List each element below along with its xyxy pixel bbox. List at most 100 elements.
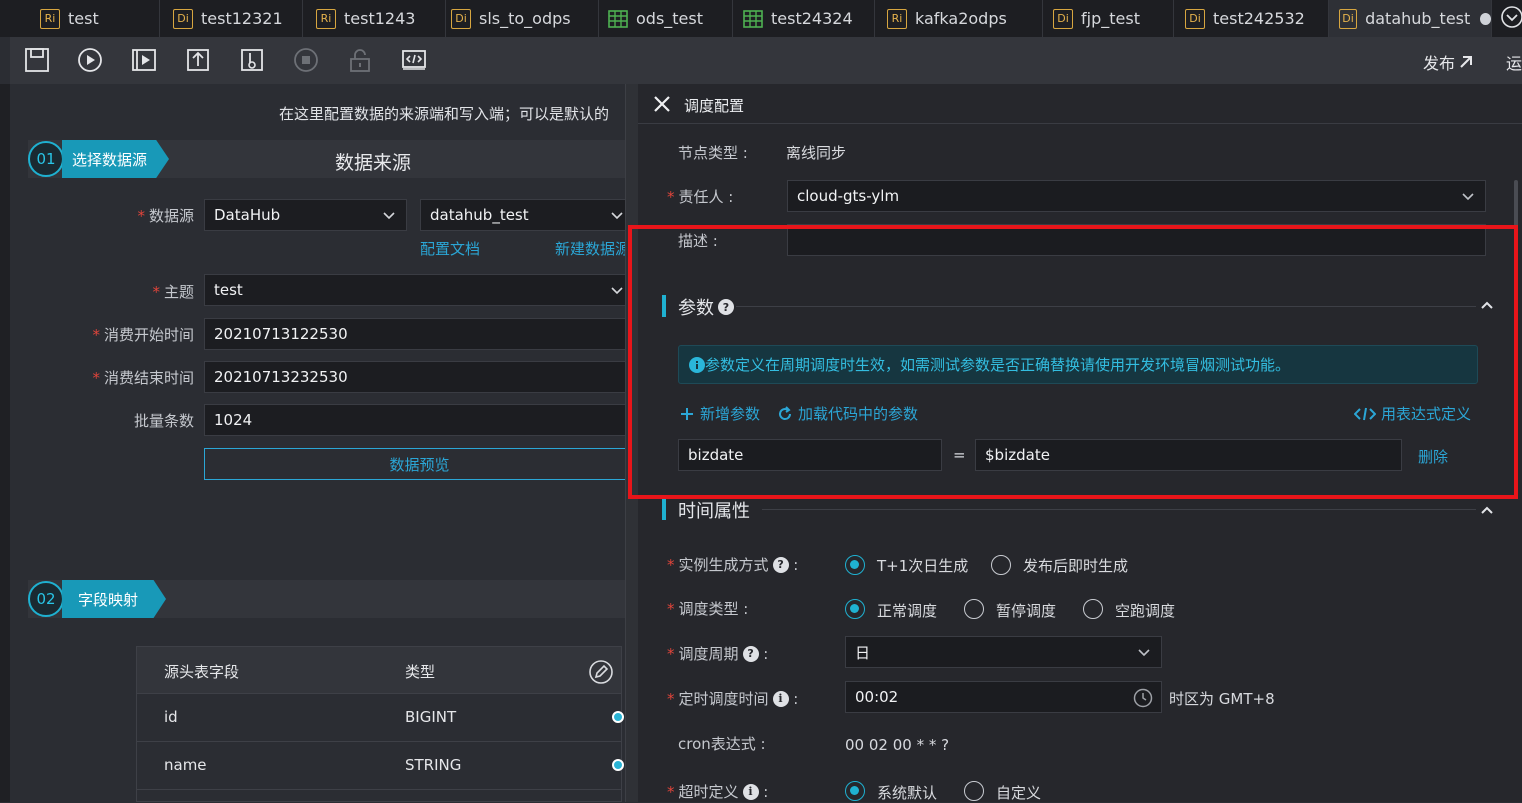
info-icon[interactable]: i: [742, 783, 759, 800]
table-row: id BIGINT: [136, 694, 624, 742]
help-icon[interactable]: ?: [772, 556, 789, 573]
save-button[interactable]: [24, 47, 50, 73]
batch-size-label: 批量条数: [133, 412, 194, 430]
cron-value: 00 02 00 * * ?: [845, 736, 950, 754]
owner-label: * 责任人 :: [667, 188, 734, 206]
submit-icon: [187, 49, 209, 71]
cron-label: cron表达式 :: [678, 735, 766, 753]
new-datasource-link[interactable]: 新建数据源: [555, 238, 625, 259]
start-time-label: * 消费开始时间: [92, 326, 194, 344]
schedule-normal-label: 正常调度: [877, 602, 938, 620]
end-time-label: * 消费结束时间: [92, 369, 194, 387]
node-type-value: 离线同步: [786, 144, 847, 162]
schedule-pause-radio[interactable]: [964, 599, 984, 619]
schedule-normal-radio[interactable]: [845, 599, 865, 619]
tab-datahub-test[interactable]: Di datahub_test: [1329, 0, 1492, 37]
start-time-input[interactable]: 20210713122530: [204, 318, 635, 350]
di-node-icon: Di: [173, 8, 193, 29]
run-params-icon: [132, 49, 156, 71]
tab-ods-test[interactable]: ods_test: [598, 0, 733, 37]
timeout-custom-label: 自定义: [996, 784, 1042, 802]
lock-button[interactable]: [347, 47, 373, 73]
instance-t1-label: T+1次日生成: [877, 557, 969, 575]
chevron-down-icon: [611, 212, 623, 220]
instance-immediate-radio[interactable]: [991, 555, 1011, 575]
owner-select[interactable]: cloud-gts-ylm: [787, 180, 1486, 212]
table-icon: [608, 9, 628, 28]
schedule-pause-label: 暂停调度: [996, 602, 1057, 620]
edit-icon[interactable]: [589, 660, 613, 684]
datasource-type-select[interactable]: DataHub: [204, 199, 407, 231]
intro-text: 在这里配置数据的来源端和写入端；可以是默认的: [279, 105, 610, 123]
mapping-anchor-icon[interactable]: [612, 711, 624, 723]
stop-icon: [294, 48, 318, 72]
tab-label: fjp_test: [1081, 9, 1140, 28]
highlight-annotation-box: [628, 225, 1518, 499]
tab-label: test242532: [1213, 9, 1305, 28]
schedule-dryrun-radio[interactable]: [1083, 599, 1103, 619]
ops-button[interactable]: 运: [1506, 50, 1522, 74]
close-icon[interactable]: [653, 95, 671, 113]
chevron-down-icon: [383, 212, 395, 220]
schedule-period-label: * 调度周期? :: [667, 644, 769, 664]
tab-test24324[interactable]: test24324: [733, 0, 875, 37]
section-marker: [662, 498, 666, 520]
timeout-custom-radio[interactable]: [964, 781, 984, 801]
mapping-anchor-icon[interactable]: [612, 759, 624, 771]
unsaved-dot-icon[interactable]: [1480, 12, 1491, 25]
timeout-label: * 超时定义 i :: [667, 782, 769, 802]
step-number: 01: [28, 141, 64, 177]
arrow-up-right-icon: [1460, 56, 1473, 68]
tab-sls-to-odps[interactable]: Di sls_to_odps: [441, 0, 599, 37]
di-node-icon: Di: [1339, 8, 1358, 29]
realtime-node-icon: Ri: [887, 8, 907, 29]
table-header: 源头表字段 类型: [136, 646, 622, 694]
code-view-button[interactable]: [401, 47, 427, 73]
tab-fjp-test[interactable]: Di fjp_test: [1043, 0, 1174, 37]
field-name: name: [164, 756, 207, 774]
tab-test242532[interactable]: Di test242532: [1175, 0, 1329, 37]
lock-icon: [350, 49, 370, 72]
tab-test[interactable]: Ri test: [30, 0, 160, 37]
timeout-default-radio[interactable]: [845, 781, 865, 801]
tab-bar: Ri test Di test12321 Ri test1243 Di sls_…: [0, 0, 1522, 37]
publish-button[interactable]: 发布: [1423, 50, 1474, 74]
tab-kafka2odps[interactable]: Ri kafka2odps: [877, 0, 1043, 37]
tab-label: test1243: [344, 9, 416, 28]
schedule-time-input[interactable]: 00:02: [845, 681, 1162, 713]
data-preview-button[interactable]: 数据预览: [204, 448, 635, 480]
batch-size-input[interactable]: 1024: [204, 404, 635, 436]
chevron-down-icon: [1462, 193, 1474, 201]
run-button[interactable]: [77, 47, 103, 73]
config-doc-link[interactable]: 配置文档: [420, 238, 480, 259]
deploy-button[interactable]: [239, 47, 265, 73]
run-icon: [78, 48, 102, 72]
timeout-default-label: 系统默认: [877, 784, 938, 802]
info-icon[interactable]: i: [772, 690, 789, 707]
schedule-period-select[interactable]: 日: [845, 636, 1162, 668]
time-section-title: 时间属性: [678, 501, 750, 522]
instance-t1-radio[interactable]: [845, 555, 865, 575]
section-divider: [762, 509, 1476, 510]
tab-test12321[interactable]: Di test12321: [163, 0, 303, 37]
tab-test1243[interactable]: Ri test1243: [306, 0, 446, 37]
datasource-name-select[interactable]: datahub_test: [420, 199, 635, 231]
tab-label: datahub_test: [1365, 9, 1471, 28]
end-time-input[interactable]: 20210713232530: [204, 361, 635, 393]
column-header-field: 源头表字段: [164, 663, 240, 681]
node-type-label: 节点类型 :: [678, 144, 748, 162]
submit-button[interactable]: [185, 47, 211, 73]
chevron-up-icon[interactable]: [1480, 505, 1494, 515]
tab-label: test24324: [771, 9, 853, 28]
datasource-label: * 数据源: [137, 207, 194, 225]
step-select-datasource: 01 选择数据源 数据来源: [28, 140, 625, 178]
topic-select[interactable]: test: [204, 274, 635, 306]
field-type: BIGINT: [405, 708, 457, 726]
tab-label: ods_test: [636, 9, 704, 28]
help-icon[interactable]: ?: [742, 645, 759, 662]
tab-overflow-button[interactable]: [1500, 4, 1522, 30]
step-label: 字段映射: [62, 580, 167, 618]
di-node-icon: Di: [1053, 8, 1073, 29]
run-with-params-button[interactable]: [131, 47, 157, 73]
stop-button[interactable]: [293, 47, 319, 73]
